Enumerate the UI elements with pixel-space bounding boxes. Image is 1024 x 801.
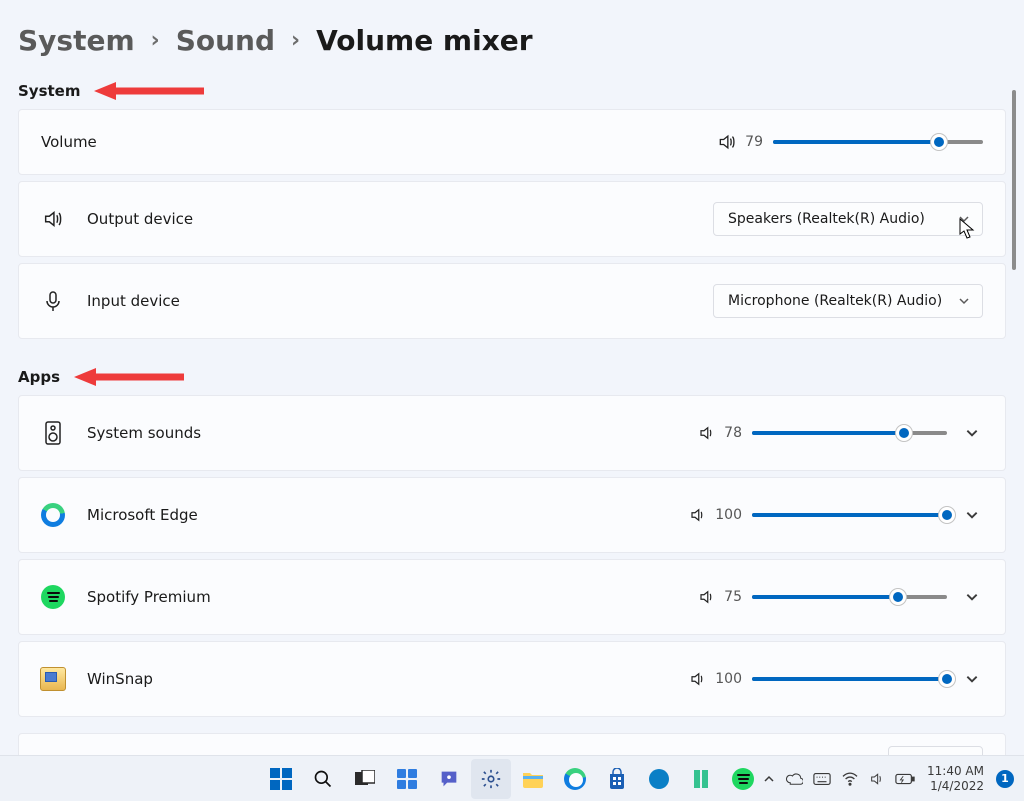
taskbar-explorer[interactable] <box>513 759 553 799</box>
section-label-apps: Apps <box>18 368 60 386</box>
microphone-icon <box>41 290 65 312</box>
app-volume-value: 100 <box>715 507 742 523</box>
windows-icon <box>270 768 292 790</box>
card-output-device[interactable]: Output device Speakers (Realtek(R) Audio… <box>18 181 1006 257</box>
wifi-icon[interactable] <box>841 772 859 786</box>
reset-button[interactable]: Reset <box>888 746 983 755</box>
settings-page: System › Sound › Volume mixer System Vol… <box>0 0 1024 755</box>
speaker-icon[interactable] <box>689 670 707 688</box>
card-app-winsnap[interactable]: WinSnap 100 <box>18 641 1006 717</box>
card-app-edge[interactable]: Microsoft Edge 100 <box>18 477 1006 553</box>
keyboard-icon[interactable] <box>813 772 831 786</box>
speaker-icon[interactable] <box>698 424 716 442</box>
crumb-system[interactable]: System <box>18 24 135 57</box>
label-input-device: Input device <box>87 292 180 310</box>
app-name: Spotify Premium <box>87 588 211 606</box>
section-head-apps: Apps <box>18 367 1006 387</box>
section-label-system: System <box>18 82 80 100</box>
crumb-sound[interactable]: Sound <box>176 24 275 57</box>
chevron-down-icon[interactable] <box>965 508 983 522</box>
onedrive-icon[interactable] <box>785 772 803 786</box>
edge-icon <box>41 502 65 528</box>
taskbar-chat[interactable] <box>429 759 469 799</box>
annotation-arrow-icon <box>74 367 184 387</box>
card-reset: Reset sound devices and volumes for all … <box>18 733 1006 755</box>
card-input-device[interactable]: Input device Microphone (Realtek(R) Audi… <box>18 263 1006 339</box>
speaker-icon[interactable] <box>689 506 707 524</box>
app-volume-value: 75 <box>724 589 742 605</box>
taskbar-edge[interactable] <box>555 759 595 799</box>
section-head-system: System <box>18 81 1006 101</box>
label-volume: Volume <box>41 133 97 151</box>
card-app-spotify[interactable]: Spotify Premium 75 <box>18 559 1006 635</box>
annotation-arrow-icon <box>94 81 204 101</box>
start-button[interactable] <box>261 759 301 799</box>
app-name: WinSnap <box>87 670 153 688</box>
system-sounds-icon <box>41 420 65 446</box>
app-icon <box>648 768 670 790</box>
folder-icon <box>522 770 544 788</box>
chevron-down-icon <box>958 213 970 225</box>
taskbar-spotify[interactable] <box>723 759 763 799</box>
chevron-down-icon[interactable] <box>965 426 983 440</box>
slider-app-volume[interactable] <box>752 588 947 606</box>
chevron-down-icon[interactable] <box>965 672 983 686</box>
taskbar: 11:40 AM 1/4/2022 1 <box>0 755 1024 801</box>
spotify-icon <box>41 584 65 610</box>
chat-icon <box>438 768 460 790</box>
notification-badge[interactable]: 1 <box>996 770 1014 788</box>
slider-app-volume[interactable] <box>752 670 947 688</box>
widgets-icon <box>396 768 418 790</box>
taskbar-taskview[interactable] <box>345 759 385 799</box>
clock-date: 1/4/2022 <box>930 779 984 793</box>
app-icon <box>692 768 710 790</box>
speaker-icon[interactable] <box>869 771 885 787</box>
speaker-icon <box>41 208 65 230</box>
taskbar-store[interactable] <box>597 759 637 799</box>
card-app-system-sounds[interactable]: System sounds 78 <box>18 395 1006 471</box>
store-icon <box>607 768 627 790</box>
slider-app-volume[interactable] <box>752 424 947 442</box>
taskbar-settings[interactable] <box>471 759 511 799</box>
value-volume: 79 <box>745 134 763 150</box>
dropdown-value: Microphone (Realtek(R) Audio) <box>728 293 942 309</box>
winsnap-icon <box>41 666 65 692</box>
taskbar-app-dell[interactable] <box>639 759 679 799</box>
clock-time: 11:40 AM <box>927 764 984 778</box>
scrollbar[interactable] <box>1012 90 1016 270</box>
taskbar-tray: 11:40 AM 1/4/2022 1 <box>763 764 1014 793</box>
chevron-down-icon <box>958 295 970 307</box>
slider-app-volume[interactable] <box>752 506 947 524</box>
gear-icon <box>480 768 502 790</box>
chevron-icon: › <box>291 28 300 53</box>
spotify-icon <box>732 768 754 790</box>
taskbar-widgets[interactable] <box>387 759 427 799</box>
dropdown-output-device[interactable]: Speakers (Realtek(R) Audio) <box>713 202 983 236</box>
dropdown-input-device[interactable]: Microphone (Realtek(R) Audio) <box>713 284 983 318</box>
app-name: System sounds <box>87 424 201 442</box>
crumb-volume-mixer: Volume mixer <box>316 24 532 57</box>
taskbar-clock[interactable]: 11:40 AM 1/4/2022 <box>927 764 984 793</box>
app-volume-value: 78 <box>724 425 742 441</box>
speaker-icon[interactable] <box>717 132 737 152</box>
card-master-volume: Volume 79 <box>18 109 1006 175</box>
chevron-icon: › <box>151 28 160 53</box>
taskview-icon <box>355 770 375 788</box>
edge-icon <box>564 768 586 790</box>
search-icon <box>313 769 333 789</box>
chevron-up-icon[interactable] <box>763 773 775 785</box>
speaker-icon[interactable] <box>698 588 716 606</box>
slider-master-volume[interactable] <box>773 133 983 151</box>
app-name: Microsoft Edge <box>87 506 198 524</box>
battery-icon[interactable] <box>895 773 915 785</box>
dropdown-value: Speakers (Realtek(R) Audio) <box>728 211 925 227</box>
taskbar-center <box>261 759 763 799</box>
app-volume-value: 100 <box>715 671 742 687</box>
taskbar-search[interactable] <box>303 759 343 799</box>
chevron-down-icon[interactable] <box>965 590 983 604</box>
breadcrumb: System › Sound › Volume mixer <box>18 24 1006 57</box>
taskbar-app-generic[interactable] <box>681 759 721 799</box>
label-output-device: Output device <box>87 210 193 228</box>
